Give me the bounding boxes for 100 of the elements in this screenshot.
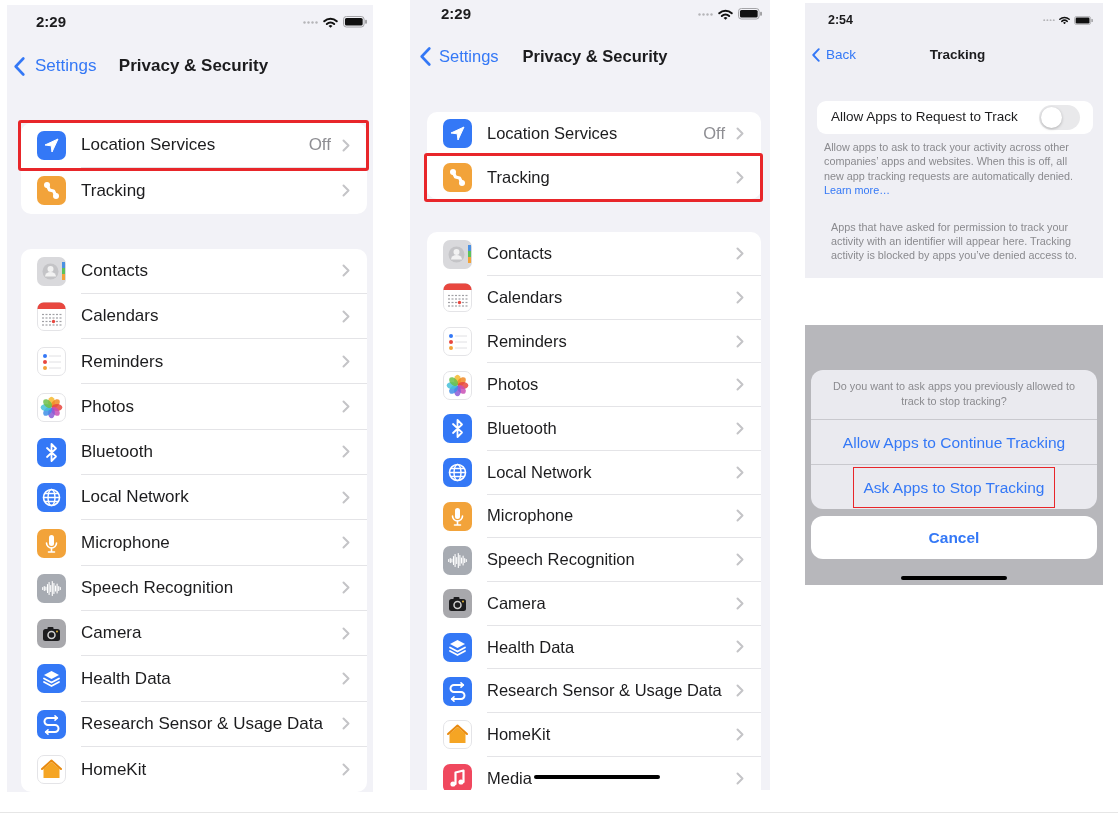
chevron-right-icon	[736, 640, 744, 654]
settings-row[interactable]: Tracking	[427, 155, 761, 200]
settings-row[interactable]: Microphone	[21, 520, 367, 566]
chevron-right-icon	[342, 264, 350, 278]
row-value: Off	[308, 134, 331, 157]
chevron-right-icon	[736, 334, 744, 348]
battery-icon	[343, 16, 367, 28]
route-icon	[37, 176, 66, 206]
layers-icon	[37, 664, 66, 694]
back-button[interactable]: Settings	[420, 43, 499, 69]
house-icon	[37, 755, 66, 784]
settings-row[interactable]: Location Services Off	[21, 123, 367, 169]
settings-row[interactable]: Reminders	[427, 319, 761, 364]
settings-row[interactable]: Local Network	[21, 475, 367, 521]
settings-row[interactable]: Bluetooth	[427, 407, 761, 451]
chevron-right-icon	[342, 536, 350, 549]
chevron-right-icon	[736, 727, 744, 741]
settings-row[interactable]: Location Services Off	[427, 112, 761, 156]
nav-title: Privacy & Security	[118, 55, 269, 78]
settings-row[interactable]: HomeKit	[427, 712, 761, 757]
nav-title: Privacy & Security	[522, 45, 668, 67]
contact-card-icon	[37, 256, 66, 286]
footer-text: Allow apps to ask to track your activity across other companies’ apps and websites. When this is off, all new app tracking requests are automatically denied.	[824, 140, 1075, 183]
chevron-right-icon	[342, 717, 350, 731]
settings-row[interactable]: Health Data	[21, 656, 367, 702]
chevron-left-icon	[14, 56, 25, 76]
chevron-right-icon	[342, 138, 350, 152]
status-time: 2:54	[828, 11, 854, 29]
chevron-right-icon	[736, 509, 744, 523]
settings-row[interactable]: Research Sensor & Usage Data	[21, 701, 367, 747]
wifi-icon	[1059, 15, 1070, 25]
settings-row[interactable]: HomeKit	[21, 746, 367, 792]
chevron-right-icon	[342, 626, 350, 640]
settings-row[interactable]: Camera	[21, 610, 367, 657]
arrows-icon	[443, 676, 472, 706]
settings-row[interactable]: Tracking	[21, 168, 367, 214]
settings-row[interactable]: Health Data	[427, 625, 761, 670]
settings-row[interactable]: Calendars	[427, 276, 761, 320]
back-button[interactable]: Back	[812, 44, 856, 66]
camera-icon	[37, 619, 66, 649]
calendar-icon	[443, 283, 472, 313]
music-note-icon	[443, 763, 472, 790]
chevron-left-icon	[420, 46, 431, 66]
microphone-icon	[443, 501, 472, 531]
chevron-right-icon	[342, 309, 350, 323]
chevron-right-icon	[736, 126, 744, 140]
signal-dots-icon	[698, 12, 713, 16]
microphone-icon	[37, 528, 66, 558]
cancel-button[interactable]: Cancel	[811, 516, 1097, 559]
settings-row[interactable]: Microphone	[427, 494, 761, 539]
row-value: Off	[703, 122, 725, 144]
chevron-right-icon	[342, 763, 350, 776]
battery-icon	[1074, 15, 1093, 25]
chevron-right-icon	[342, 581, 350, 595]
settings-row[interactable]: Reminders	[21, 339, 367, 385]
contact-card-icon	[443, 239, 472, 269]
signal-dots-icon	[303, 20, 318, 24]
chevron-right-icon	[342, 400, 350, 414]
settings-row[interactable]: Camera	[427, 581, 761, 626]
toggle-switch[interactable]	[1039, 105, 1080, 130]
toggle-label: Allow Apps to Request to Track	[831, 108, 1018, 127]
chevron-right-icon	[342, 184, 350, 198]
checklist-icon	[443, 327, 472, 357]
status-time: 2:29	[36, 11, 67, 32]
chevron-right-icon	[736, 378, 744, 392]
back-button[interactable]: Settings	[14, 53, 97, 79]
settings-row[interactable]: Photos	[21, 384, 367, 430]
waveform-icon	[443, 545, 472, 575]
chevron-right-icon	[342, 354, 350, 368]
wifi-icon	[323, 16, 338, 28]
bluetooth-icon	[37, 437, 66, 467]
calendar-icon	[37, 302, 66, 332]
flower-icon	[443, 370, 472, 400]
signal-dots-icon	[1043, 18, 1055, 22]
settings-row[interactable]: Research Sensor & Usage Data	[427, 669, 761, 713]
settings-row[interactable]: Media	[427, 756, 761, 790]
layers-icon	[443, 632, 472, 662]
learn-more-link[interactable]: Learn more…	[824, 182, 890, 198]
chevron-right-icon	[736, 684, 744, 698]
settings-row[interactable]: Contacts	[427, 232, 761, 277]
arrows-icon	[37, 709, 66, 739]
chevron-right-icon	[342, 490, 350, 504]
settings-row[interactable]: Local Network	[427, 450, 761, 495]
settings-row[interactable]: Contacts	[21, 248, 367, 294]
camera-icon	[443, 589, 472, 619]
bluetooth-icon	[443, 414, 472, 444]
settings-row[interactable]: Speech Recognition	[21, 565, 367, 611]
chevron-right-icon	[736, 553, 744, 567]
status-time: 2:29	[441, 3, 472, 24]
settings-row[interactable]: Speech Recognition	[427, 538, 761, 582]
sheet-message: Do you want to ask apps you previously allowed to track to stop tracking?	[832, 379, 1076, 409]
settings-row[interactable]: Bluetooth	[21, 429, 367, 476]
flower-icon	[37, 392, 66, 422]
route-icon	[443, 163, 472, 193]
globe-icon	[37, 483, 66, 513]
chevron-right-icon	[736, 465, 744, 479]
settings-row[interactable]: Calendars	[21, 293, 367, 340]
chevron-right-icon	[736, 171, 744, 185]
settings-row[interactable]: Photos	[427, 363, 761, 408]
chevron-right-icon	[736, 596, 744, 610]
